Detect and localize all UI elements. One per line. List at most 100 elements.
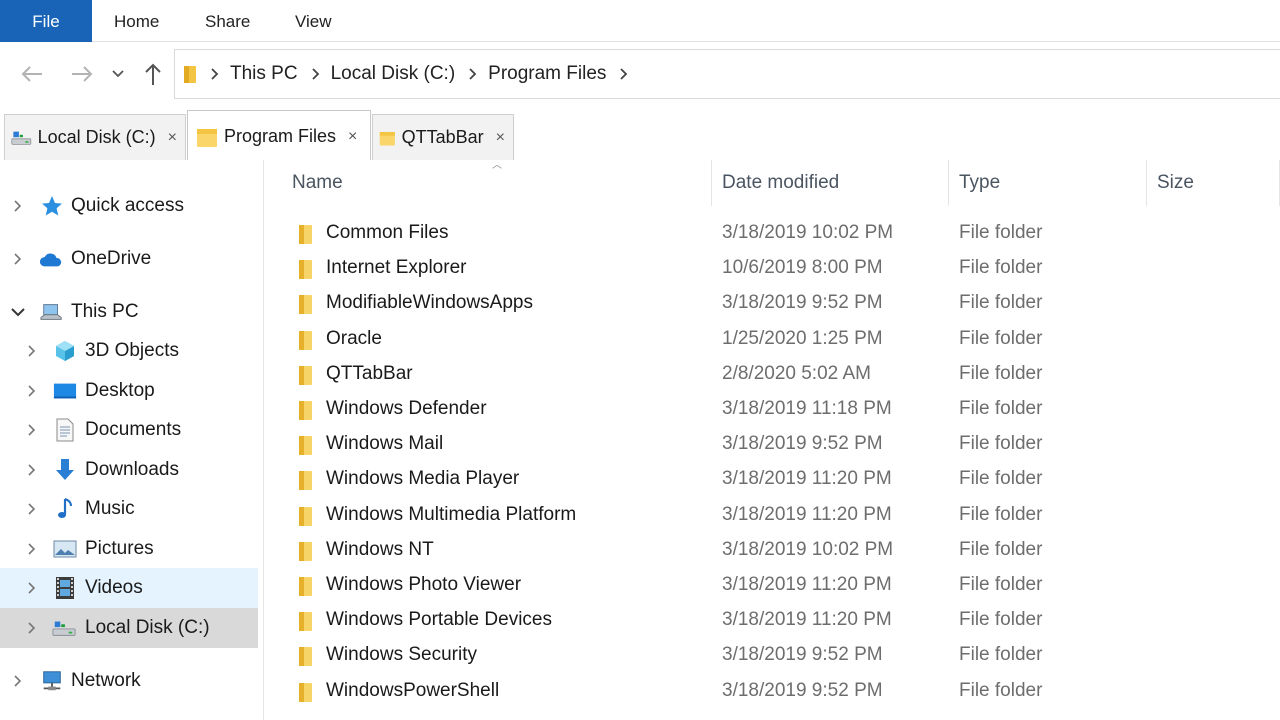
chevron-right-icon[interactable] (11, 199, 25, 213)
table-row[interactable]: Windows Photo Viewer 3/18/2019 11:20 PM Fi… (265, 568, 1280, 603)
folder-icon (197, 128, 217, 147)
chevron-right-icon[interactable] (25, 581, 39, 595)
address-bar[interactable]: This PC Local Disk (C:) Program Files (174, 49, 1280, 99)
back-button[interactable] (17, 57, 47, 91)
file-date-modified: 3/18/2019 11:20 PM (722, 503, 892, 525)
file-name: WindowsPowerShell (326, 679, 500, 701)
sidebar-item-label: OneDrive (71, 248, 152, 269)
up-button[interactable] (138, 57, 168, 91)
file-type: File folder (959, 327, 1043, 349)
ribbon-tab-share[interactable]: Share (183, 0, 272, 42)
file-type: File folder (959, 222, 1043, 243)
chevron-right-icon[interactable] (25, 384, 39, 398)
chevron-right-icon[interactable] (211, 68, 219, 80)
chevron-right-icon[interactable] (25, 502, 39, 516)
table-row[interactable]: Windows Mail 3/18/2019 9:52 PM File folder (265, 427, 1280, 462)
ribbon-tab-view[interactable]: View (273, 0, 354, 42)
navigation-bar: This PC Local Disk (C:) Program Files (0, 43, 1280, 105)
chevron-right-icon[interactable] (620, 68, 628, 80)
tab-program-files[interactable]: Program Files × (187, 110, 371, 162)
tab-local-disk[interactable]: Local Disk (C:) × (4, 114, 186, 160)
breadcrumb-program-files[interactable]: Program Files (488, 63, 606, 85)
file-date-modified: 3/18/2019 9:52 PM (722, 292, 883, 314)
breadcrumb-local-disk[interactable]: Local Disk (C:) (331, 63, 456, 85)
file-name: Windows Multimedia Platform (326, 503, 577, 525)
chevron-right-icon[interactable] (25, 344, 39, 358)
tab-label: Local Disk (C:) (37, 127, 156, 147)
close-icon[interactable]: × (348, 128, 357, 146)
folder-icon (297, 329, 313, 356)
chevron-right-icon[interactable] (469, 68, 477, 80)
column-header-name[interactable]: Name (265, 160, 712, 206)
table-row[interactable]: Windows Defender 3/18/2019 11:18 PM File f… (265, 392, 1280, 427)
ribbon-tab-home[interactable]: Home (92, 0, 181, 42)
column-header-date-modified[interactable]: Date modified (712, 160, 949, 206)
sidebar-item-downloads[interactable]: Downloads (0, 450, 258, 490)
sidebar-item-3d-objects[interactable]: 3D Objects (0, 331, 258, 371)
ribbon-tab-file[interactable]: File (0, 0, 92, 42)
folder-icon (297, 505, 313, 532)
close-icon[interactable]: × (168, 129, 177, 147)
table-row[interactable]: WindowsPowerShell 3/18/2019 9:52 PM File f… (265, 674, 1280, 709)
sidebar-item-music[interactable]: Music (0, 489, 258, 529)
sidebar-item-this-pc[interactable]: This PC (0, 292, 258, 332)
file-date-modified: 3/18/2019 9:52 PM (722, 644, 883, 666)
sidebar-item-network[interactable]: Network (0, 661, 258, 701)
tab-qttabbar[interactable]: QTTabBar × (372, 114, 514, 160)
folder-icon (297, 469, 313, 496)
folder-icon (297, 293, 313, 320)
table-row[interactable]: Windows Security 3/18/2019 9:52 PM File fo… (265, 638, 1280, 673)
table-row[interactable]: Windows NT 3/18/2019 10:02 PM File folder (265, 533, 1280, 568)
sidebar-item-pictures[interactable]: Pictures (0, 529, 258, 569)
tab-label: QTTabBar (401, 127, 484, 147)
chevron-right-icon[interactable] (25, 423, 39, 437)
chevron-right-icon[interactable] (11, 674, 25, 688)
chevron-right-icon[interactable] (25, 542, 39, 556)
sidebar-item-quick-access[interactable]: Quick access (0, 186, 258, 226)
column-header-type[interactable]: Type (949, 160, 1147, 206)
table-row[interactable]: QTTabBar 2/8/2020 5:02 AM File folder (265, 357, 1280, 392)
breadcrumb-this-pc[interactable]: This PC (230, 63, 298, 85)
chevron-right-icon[interactable] (25, 463, 39, 477)
file-type: File folder (959, 468, 1043, 490)
forward-button[interactable] (67, 57, 97, 91)
close-icon[interactable]: × (496, 129, 505, 147)
drive-icon (52, 616, 76, 640)
table-row[interactable]: Common Files 3/18/2019 10:02 PM File folde… (265, 216, 1280, 251)
folder-icon (297, 681, 313, 708)
chevron-right-icon[interactable] (311, 68, 320, 80)
file-type: File folder (959, 433, 1043, 455)
file-name: Windows Photo Viewer (326, 574, 522, 595)
chevron-right-icon[interactable] (11, 252, 25, 266)
sidebar-item-videos[interactable]: Videos (0, 568, 258, 608)
sidebar-item-label: Pictures (85, 538, 154, 559)
file-type: File folder (959, 398, 1043, 419)
file-name: Windows Portable Devices (326, 609, 552, 631)
table-row[interactable]: Windows Media Player 3/18/2019 11:20 PM Fi… (265, 462, 1280, 497)
folder-icon (297, 399, 313, 426)
chevron-right-icon[interactable] (25, 621, 39, 635)
file-date-modified: 3/18/2019 11:18 PM (722, 398, 892, 419)
sidebar-item-local-disk[interactable]: Local Disk (C:) (0, 608, 258, 648)
file-type: File folder (959, 538, 1043, 560)
folder-icon (297, 364, 313, 391)
document-icon (53, 418, 77, 442)
download-icon (53, 458, 77, 482)
table-row[interactable]: Windows Multimedia Platform 3/18/2019 11:… (265, 498, 1280, 533)
file-type: File folder (959, 257, 1043, 279)
table-row[interactable]: Oracle 1/25/2020 1:25 PM File folder (265, 322, 1280, 357)
column-header-size[interactable]: Size (1147, 160, 1280, 206)
sidebar-item-onedrive[interactable]: OneDrive (0, 239, 258, 279)
ribbon: File Home Share View (0, 0, 1280, 42)
recent-locations-button[interactable] (106, 57, 130, 91)
sidebar-item-desktop[interactable]: Desktop (0, 371, 258, 411)
table-row[interactable]: Windows Portable Devices 3/18/2019 11:20 … (265, 603, 1280, 638)
table-row[interactable]: ModifiableWindowsApps 3/18/2019 9:52 PM Fi… (265, 286, 1280, 321)
table-row[interactable]: Internet Explorer 10/6/2019 8:00 PM File f… (265, 251, 1280, 286)
folder-icon (297, 645, 313, 672)
file-type: File folder (959, 609, 1043, 631)
folder-icon (297, 223, 313, 250)
sidebar-item-documents[interactable]: Documents (0, 410, 258, 450)
file-date-modified: 3/18/2019 9:52 PM (722, 679, 883, 701)
chevron-down-icon[interactable] (11, 305, 25, 319)
